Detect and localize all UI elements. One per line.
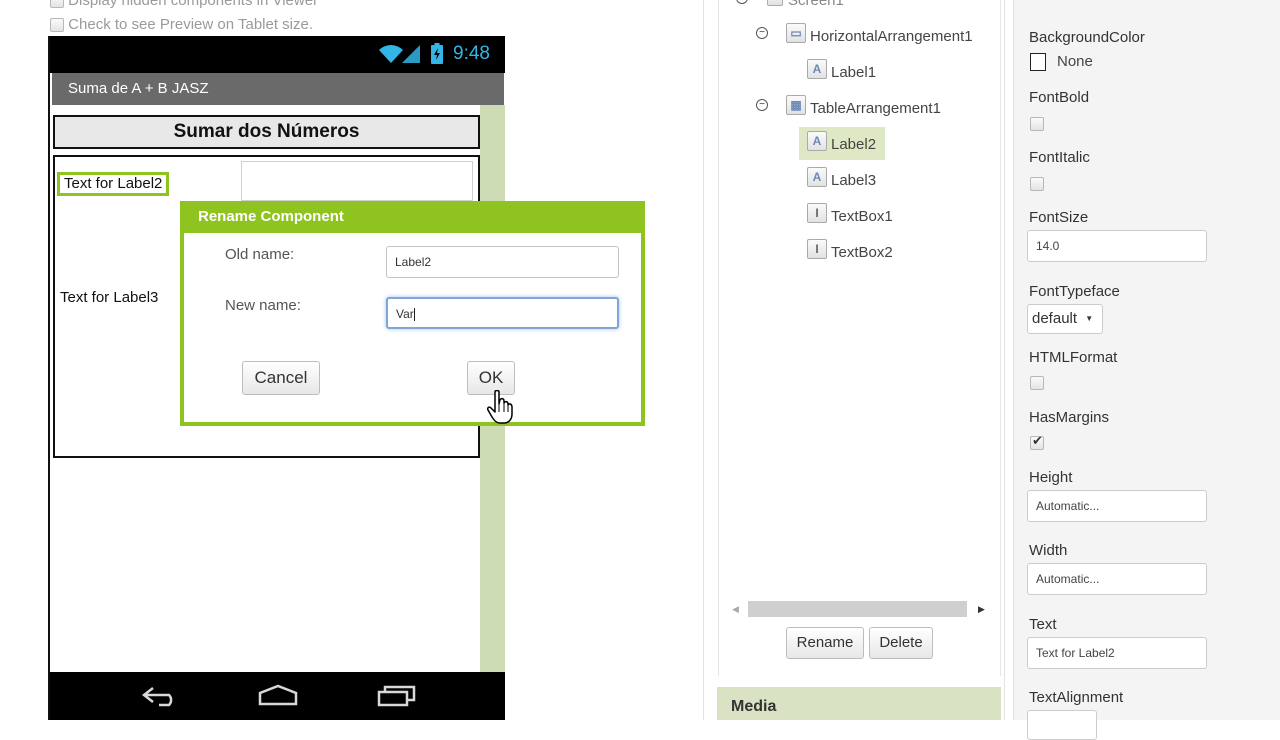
hidden-components-checkbox[interactable] <box>50 0 64 9</box>
app-title-bar: Suma de A + B JASZ <box>52 73 504 105</box>
tree-item-tablearrangement1[interactable]: TableArrangement1 <box>810 100 941 117</box>
hidden-components-option[interactable]: Display hidden components in Viewer <box>50 0 318 9</box>
home-icon[interactable] <box>257 684 299 708</box>
properties-panel: BackgroundColor None FontBold FontItalic… <box>1013 0 1280 740</box>
collapse-table-icon[interactable]: − <box>756 99 768 111</box>
prop-height-label: Height <box>1029 469 1073 486</box>
tablet-preview-checkbox[interactable] <box>50 18 64 33</box>
prop-text-input[interactable]: Text for Label2 <box>1027 637 1207 669</box>
prop-hasmargins-label: HasMargins <box>1029 409 1110 426</box>
status-time: 9:48 <box>453 43 490 64</box>
dialog-title[interactable]: Rename Component <box>184 201 641 233</box>
tablet-preview-label: Check to see Preview on Tablet size. <box>68 16 314 33</box>
status-bar: 9:48 <box>50 36 505 73</box>
label-icon: A <box>807 167 827 187</box>
fontitalic-checkbox-box[interactable] <box>1030 176 1044 191</box>
prop-fonttypeface-dropdown[interactable]: default ▼ <box>1027 304 1103 334</box>
navigation-bar <box>50 672 505 720</box>
tree-item-screen1[interactable]: Screen1 <box>788 0 844 9</box>
prop-width-label: Width <box>1029 542 1068 559</box>
hidden-components-label: Display hidden components in Viewer <box>68 0 319 9</box>
new-name-field[interactable]: Var <box>386 297 619 329</box>
prop-width-input[interactable]: Automatic... <box>1027 563 1207 595</box>
back-icon[interactable] <box>141 685 179 707</box>
scrollbar-thumb[interactable] <box>748 601 967 617</box>
hand-cursor-icon <box>487 390 513 424</box>
prop-fonttypeface-label: FontTypeface <box>1029 283 1120 300</box>
prop-backgroundcolor-label: BackgroundColor <box>1029 29 1145 46</box>
collapse-screen-icon[interactable]: − <box>736 0 748 4</box>
horizontal-scrollbar[interactable]: ◀ ▶ <box>732 601 990 617</box>
components-panel: − Screen1 − ▭ HorizontalArrangement1 A L… <box>703 0 1005 720</box>
textbox1[interactable] <box>241 161 473 201</box>
prop-htmlformat-label: HTMLFormat <box>1029 349 1118 366</box>
prop-fontsize-label: FontSize <box>1029 209 1089 226</box>
tree-item-label3[interactable]: Label3 <box>831 172 876 189</box>
cancel-button[interactable]: Cancel <box>242 361 320 395</box>
prop-backgroundcolor-value[interactable]: None <box>1057 53 1093 70</box>
signal-icon <box>402 45 420 63</box>
tablet-preview-option[interactable]: Check to see Preview on Tablet size. <box>50 16 313 33</box>
prop-fontbold-label: FontBold <box>1029 89 1090 106</box>
new-name-label: New name: <box>225 297 301 314</box>
battery-icon <box>431 43 443 64</box>
tree-border <box>718 0 719 676</box>
screen-icon <box>767 0 783 6</box>
htmlformat-checkbox-box[interactable] <box>1030 375 1044 390</box>
heading-label[interactable]: Sumar dos Números <box>53 115 480 149</box>
tree-item-textbox1[interactable]: TextBox1 <box>831 208 893 225</box>
media-panel-header[interactable]: Media <box>717 687 1001 720</box>
prop-height-input[interactable]: Automatic... <box>1027 490 1207 522</box>
textbox-icon: I <box>807 239 827 259</box>
fontbold-checkbox-box[interactable] <box>1030 116 1044 131</box>
prop-textalignment-dropdown[interactable] <box>1027 710 1097 740</box>
text-caret <box>413 308 415 322</box>
prop-textalignment-label: TextAlignment <box>1029 689 1124 706</box>
label3[interactable]: Text for Label3 <box>60 289 158 306</box>
prop-fontsize-input[interactable]: 14.0 <box>1027 230 1207 262</box>
old-name-field: Label2 <box>386 246 619 278</box>
prop-text-label: Text <box>1029 616 1057 633</box>
scroll-right-icon[interactable]: ▶ <box>978 604 985 615</box>
label-icon: A <box>807 131 827 151</box>
fonttypeface-value: default <box>1032 310 1078 327</box>
tree-item-label2[interactable]: Label2 <box>831 136 876 153</box>
collapse-horizontal-icon[interactable]: − <box>756 27 768 39</box>
color-swatch[interactable] <box>1030 53 1046 71</box>
prop-fontbold-checkbox[interactable] <box>1030 115 1044 133</box>
old-name-label: Old name: <box>225 246 295 263</box>
tree-border-right <box>1000 0 1001 676</box>
rename-button[interactable]: Rename <box>786 627 864 659</box>
label-icon: A <box>807 59 827 79</box>
chevron-down-icon: ▼ <box>1085 314 1094 324</box>
prop-fontitalic-checkbox[interactable] <box>1030 175 1044 193</box>
hasmargins-checkbox-box[interactable] <box>1030 434 1044 450</box>
rename-dialog: Rename Component Old name: Label2 New na… <box>180 201 645 426</box>
table-arrangement-icon: ▦ <box>786 95 806 115</box>
new-name-value: Var <box>396 307 414 321</box>
tree-item-textbox2[interactable]: TextBox2 <box>831 244 893 261</box>
label2[interactable]: Text for Label2 <box>57 172 170 196</box>
prop-hasmargins-checkbox[interactable] <box>1030 434 1044 452</box>
recent-apps-icon[interactable] <box>377 684 417 708</box>
prop-fontitalic-label: FontItalic <box>1029 149 1090 166</box>
textbox-icon: I <box>807 203 827 223</box>
tree-item-horizontalarrangement1[interactable]: HorizontalArrangement1 <box>810 28 973 45</box>
horizontal-arrangement-icon: ▭ <box>786 23 806 43</box>
tree-item-label1[interactable]: Label1 <box>831 64 876 81</box>
delete-button[interactable]: Delete <box>869 627 933 659</box>
prop-htmlformat-checkbox[interactable] <box>1030 374 1044 392</box>
scroll-left-icon[interactable]: ◀ <box>732 604 739 615</box>
